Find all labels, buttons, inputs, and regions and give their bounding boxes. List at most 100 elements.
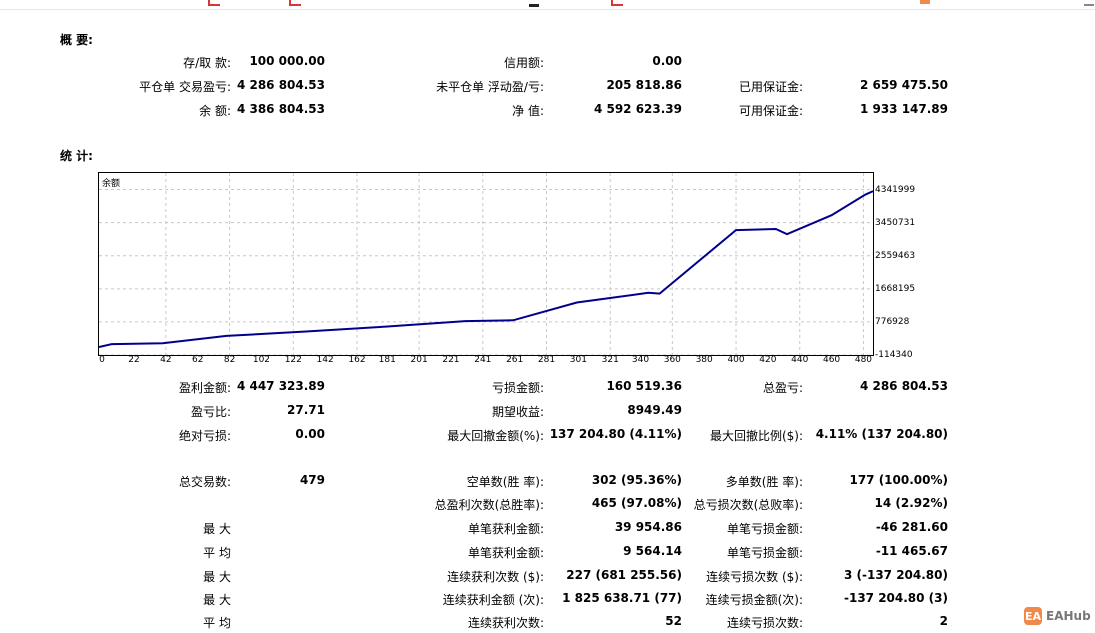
stats-label: 连续获利金额 (次): xyxy=(442,593,544,607)
stats-label: 单笔获利金额: xyxy=(467,546,544,560)
x-tick-label: 142 xyxy=(316,355,334,365)
stats-label: 单笔获利金额: xyxy=(467,522,544,536)
stats-value: 4 286 804.53 xyxy=(859,379,948,393)
y-tick-label: 4341999 xyxy=(875,184,916,195)
summary-value: 0.00 xyxy=(652,54,682,68)
summary-label: 未平仓单 浮动盈/亏: xyxy=(436,80,544,94)
x-tick-label: 321 xyxy=(601,355,619,365)
stats-value: 465 (97.08%) xyxy=(591,496,682,510)
summary-value: 2 659 475.50 xyxy=(859,78,948,92)
y-tick-label: 1668195 xyxy=(875,283,916,294)
stats-label: 期望收益: xyxy=(491,405,544,419)
stats-value: 9 564.14 xyxy=(623,544,682,558)
eahub-text: EAHub xyxy=(1046,609,1091,623)
x-tick-label: 181 xyxy=(378,355,396,365)
top-toolbar-strip xyxy=(0,0,1095,10)
x-tick-label: 162 xyxy=(348,355,366,365)
stats-title: 统 计: xyxy=(60,149,93,163)
stats-label: 盈利金额: xyxy=(178,381,231,395)
stats-label: 盈亏比: xyxy=(190,405,231,419)
chart-title: 余额 xyxy=(102,179,121,189)
stats-value: 137 204.80 (4.11%) xyxy=(549,427,682,441)
stats-label: 单笔亏损金额: xyxy=(726,522,803,536)
x-tick-label: 340 xyxy=(631,355,650,365)
stats-value: 52 xyxy=(665,614,682,628)
stats-label: 最 大 xyxy=(203,522,231,536)
stats-label: 空单数(胜 率): xyxy=(466,475,544,489)
x-tick-label: 62 xyxy=(192,355,204,365)
stats-value: -137 204.80 (3) xyxy=(843,591,948,605)
x-tick-label: 241 xyxy=(474,355,492,365)
x-tick-label: 82 xyxy=(223,355,236,365)
x-tick-label: 122 xyxy=(284,355,302,365)
stats-label: 连续亏损次数 ($): xyxy=(706,570,803,584)
summary-label: 存/取 款: xyxy=(183,56,231,70)
toolbar-icon[interactable] xyxy=(920,0,930,4)
stats-label: 连续亏损次数: xyxy=(726,616,803,630)
summary-label: 可用保证金: xyxy=(738,104,803,118)
balance-chart-svg xyxy=(98,173,874,356)
summary-value: 4 386 804.53 xyxy=(236,102,325,116)
stats-label: 单笔亏损金额: xyxy=(726,546,803,560)
summary-label: 净 值: xyxy=(512,104,544,118)
stats-value: 302 (95.36%) xyxy=(591,473,682,487)
x-tick-label: 380 xyxy=(695,355,713,365)
stats-label: 连续获利次数: xyxy=(467,616,544,630)
x-tick-label: 22 xyxy=(128,355,140,365)
eahub-logo-icon: EA xyxy=(1024,607,1042,625)
stats-value: 160 519.36 xyxy=(606,379,682,393)
toolbar-icon[interactable] xyxy=(289,0,301,6)
toolbar-icon[interactable] xyxy=(611,0,623,6)
x-tick-label: 420 xyxy=(759,355,777,365)
stats-label: 连续获利次数 ($): xyxy=(447,570,544,584)
x-tick-label: 42 xyxy=(160,355,172,365)
stats-label: 绝对亏损: xyxy=(178,429,231,443)
summary-label: 余 额: xyxy=(199,104,231,118)
x-tick-label: 480 xyxy=(854,355,873,365)
summary-label: 平仓单 交易盈亏: xyxy=(139,80,231,94)
stats-value: 14 (2.92%) xyxy=(874,496,948,510)
stats-value: 27.71 xyxy=(287,403,325,417)
y-tick-label: 776928 xyxy=(875,316,910,327)
stats-label: 平 均 xyxy=(203,616,231,630)
toolbar-icon[interactable] xyxy=(1084,0,1094,6)
x-tick-label: 261 xyxy=(506,355,524,365)
x-tick-label: 301 xyxy=(569,355,587,365)
stats-value: 1 825 638.71 (77) xyxy=(562,591,682,605)
stats-label: 最大回撤金额(%): xyxy=(447,429,544,443)
stats-value: 479 xyxy=(299,473,325,487)
toolbar-icon[interactable] xyxy=(208,0,220,6)
stats-value: 2 xyxy=(939,614,948,628)
x-tick-label: 102 xyxy=(252,355,271,365)
summary-value: 1 933 147.89 xyxy=(859,102,948,116)
stats-label: 总交易数: xyxy=(178,475,231,489)
stats-value: 0.00 xyxy=(295,427,325,441)
x-tick-label: 201 xyxy=(410,355,428,365)
x-tick-label: 400 xyxy=(727,355,745,365)
stats-label: 最 大 xyxy=(203,570,231,584)
stats-value: -11 465.67 xyxy=(875,544,948,558)
stats-label: 平 均 xyxy=(203,546,231,560)
balance-line xyxy=(98,190,874,348)
stats-value: 177 (100.00%) xyxy=(849,473,948,487)
stats-label: 最 大 xyxy=(203,593,231,607)
summary-label: 信用额: xyxy=(503,56,544,70)
stats-value: 4.11% (137 204.80) xyxy=(815,427,948,441)
toolbar-icon[interactable] xyxy=(529,0,539,7)
stats-label: 总盈利次数(总胜率): xyxy=(434,498,544,512)
x-tick-label: 0 xyxy=(99,355,105,365)
summary-value: 4 592 623.39 xyxy=(593,102,682,116)
eahub-watermark: EA EAHub xyxy=(1024,607,1091,625)
stats-value: 3 (-137 204.80) xyxy=(843,568,948,582)
summary-value: 4 286 804.53 xyxy=(236,78,325,92)
stats-label: 最大回撤比例($): xyxy=(709,429,803,443)
stats-label: 总盈亏: xyxy=(762,381,803,395)
y-tick-label: 2559463 xyxy=(875,250,916,261)
summary-title: 概 要: xyxy=(60,33,93,47)
stats-value: 227 (681 255.56) xyxy=(566,568,682,582)
x-tick-label: 440 xyxy=(791,355,809,365)
summary-value: 205 818.86 xyxy=(606,78,682,92)
y-tick-label: 3450731 xyxy=(875,217,916,228)
stats-value: -46 281.60 xyxy=(875,520,948,534)
stats-label: 多单数(胜 率): xyxy=(725,475,803,489)
